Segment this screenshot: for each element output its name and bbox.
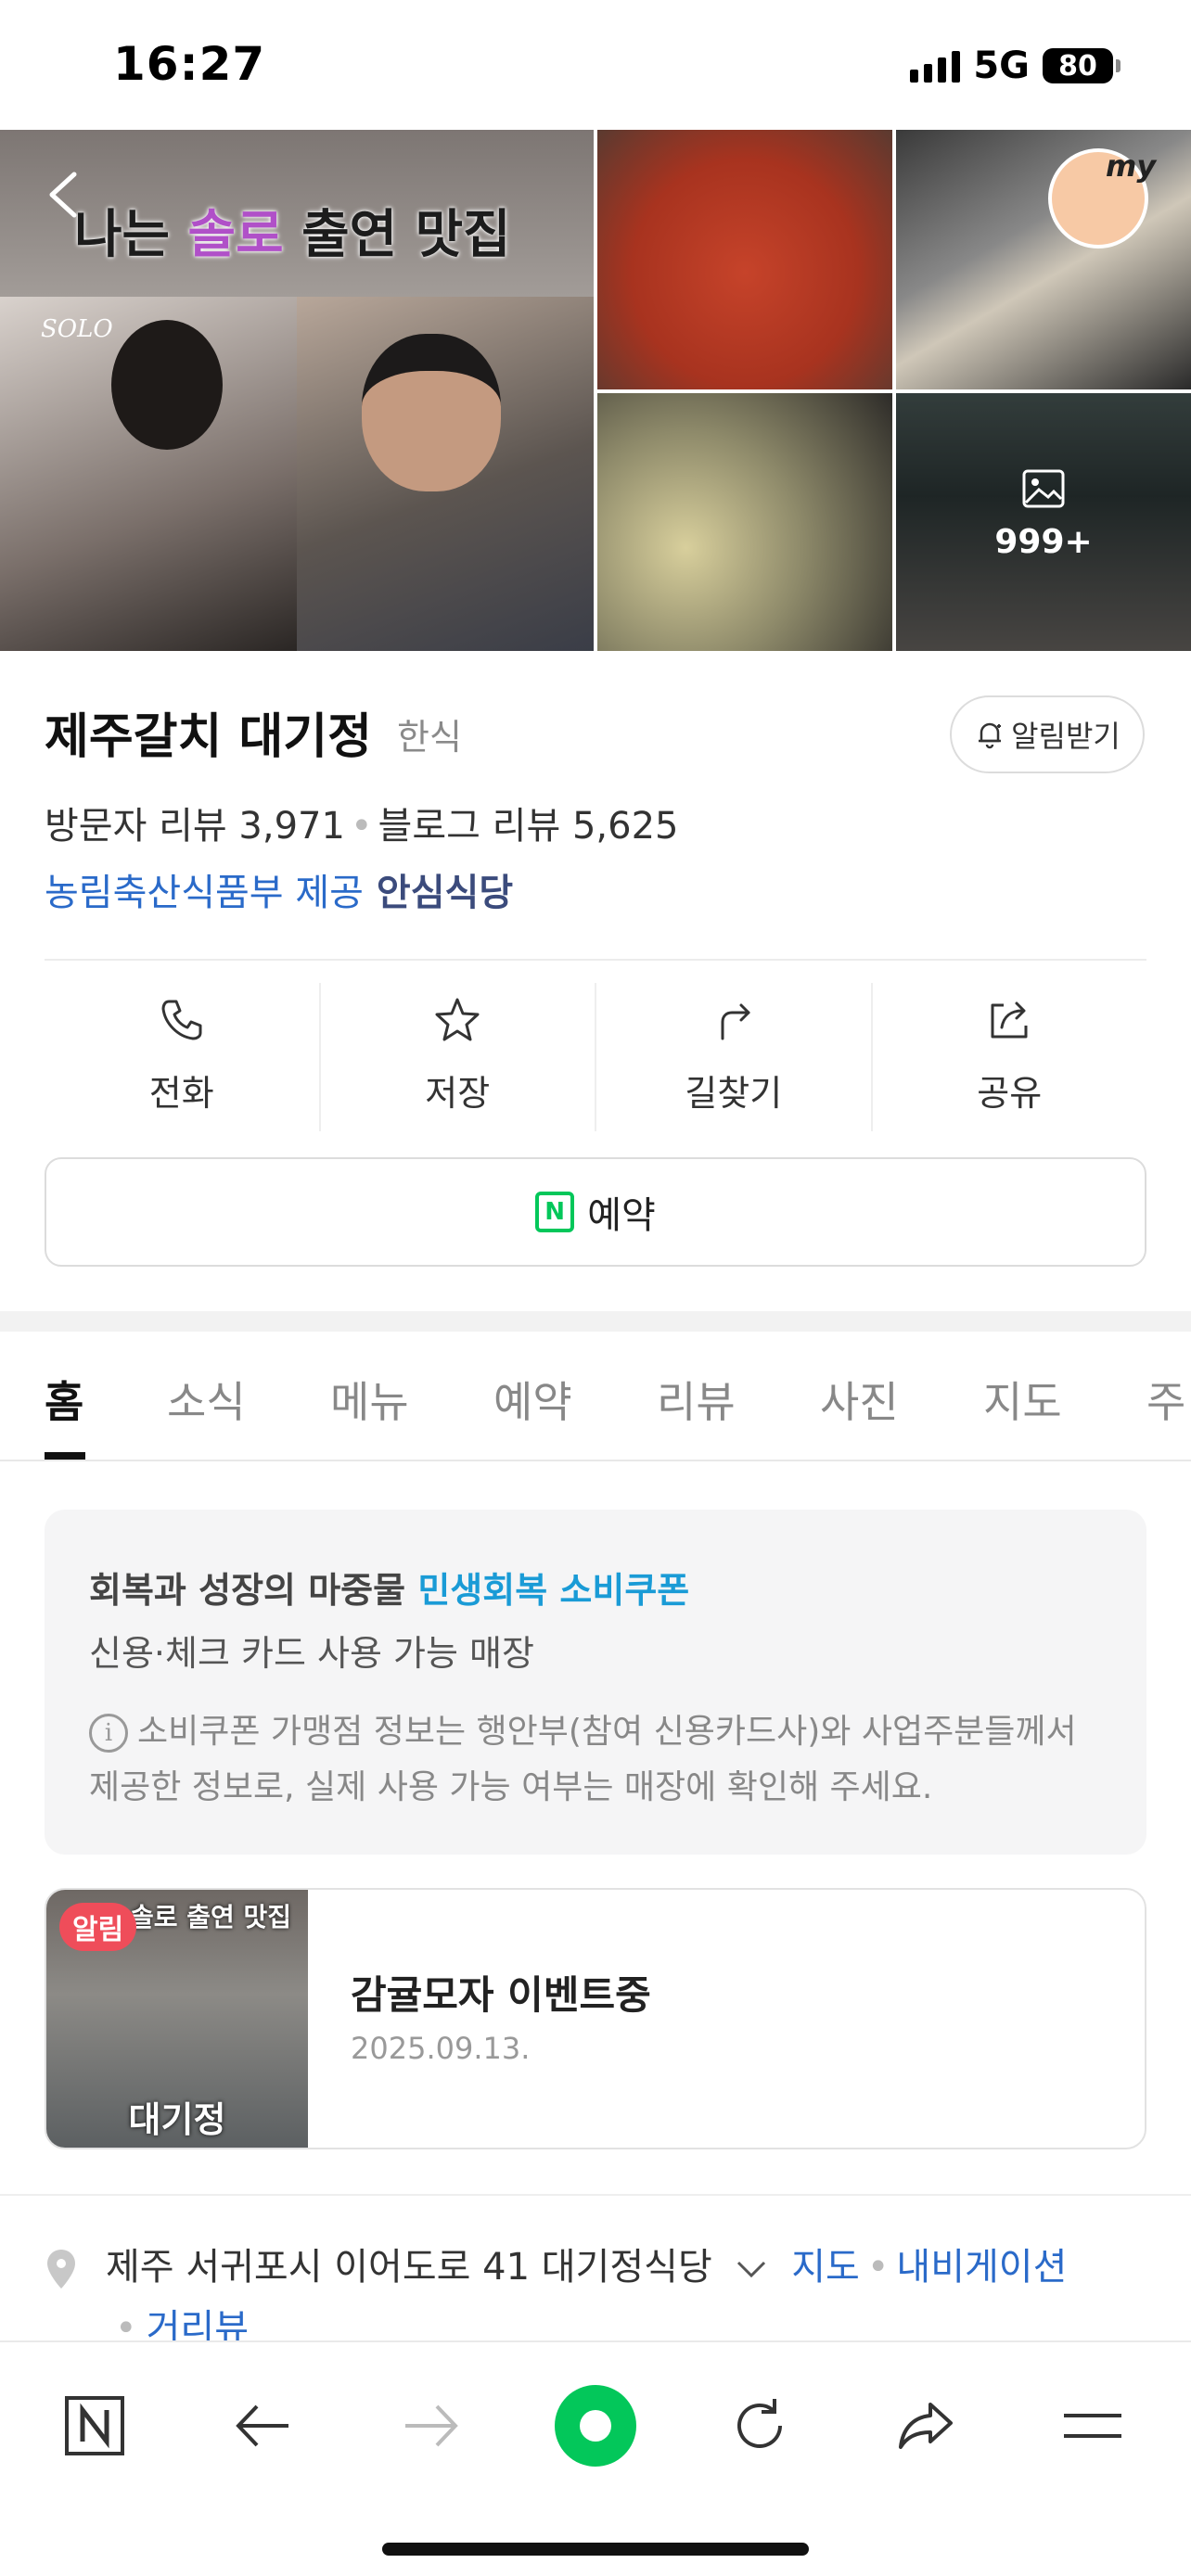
blog-reviews-link[interactable]: 블로그 리뷰 5,625 — [378, 805, 679, 848]
tab-more[interactable]: 주 — [1146, 1369, 1185, 1430]
signal-icon — [910, 49, 961, 83]
status-bar: 16:27 5G 80 — [0, 0, 1191, 130]
active-tab-indicator — [45, 1452, 85, 1460]
coupon-note: i 소비쿠폰 가맹점 정보는 행안부(참여 신용카드사)와 사업주분들께서 제공한… — [89, 1713, 1077, 1806]
tab-reservation[interactable]: 예약 — [493, 1369, 572, 1430]
arrow-left-icon — [236, 2404, 288, 2447]
star-icon — [435, 998, 480, 1041]
forward-share-icon — [899, 2403, 953, 2449]
reload-icon — [737, 2399, 782, 2448]
news-thumb-title: 대기정 — [128, 2099, 226, 2140]
call-button[interactable]: 전화 — [45, 983, 321, 1131]
call-label: 전화 — [148, 1073, 214, 1114]
info-icon: i — [89, 1714, 128, 1753]
photo-count: 999+ — [994, 523, 1093, 561]
alarm-label: 알림받기 — [1011, 719, 1121, 754]
tab-home[interactable]: 홈 — [45, 1369, 83, 1430]
news-thumb-caption: 솔로 출연 맛집 — [130, 1902, 292, 1932]
reload-button[interactable] — [714, 2379, 807, 2472]
coupon-card: 회복과 성장의 마중물 민생회복 소비쿠폰 신용·체크 카드 사용 가능 매장 … — [45, 1510, 1146, 1855]
hamburger-icon — [1064, 2414, 1121, 2438]
green-dot-icon — [555, 2385, 636, 2467]
tab-menu[interactable]: 메뉴 — [330, 1369, 409, 1430]
directions-label: 길찾기 — [685, 1073, 783, 1114]
directions-icon — [721, 1003, 750, 1040]
my-avatar-badge[interactable]: my — [1048, 148, 1156, 249]
status-time: 16:27 — [113, 37, 266, 91]
back-arrow-icon[interactable] — [39, 167, 95, 223]
alarm-button[interactable]: 알림받기 — [950, 695, 1145, 773]
section-divider — [0, 1311, 1191, 1332]
photo-head-left — [111, 320, 223, 450]
share-page-button[interactable] — [879, 2379, 972, 2472]
battery-icon: 80 — [1043, 48, 1121, 83]
tab-photos[interactable]: 사진 — [820, 1369, 899, 1430]
menu-button[interactable] — [1046, 2379, 1139, 2472]
tab-reviews[interactable]: 리뷰 — [657, 1369, 736, 1430]
divider — [0, 2194, 1191, 2196]
naver-home-button[interactable] — [48, 2379, 141, 2472]
review-counts: 방문자 리뷰 3,971 • 블로그 리뷰 5,625 — [45, 805, 679, 848]
photo-rice-bowls[interactable] — [597, 393, 892, 651]
phone-icon — [161, 1000, 202, 1040]
network-label: 5G — [973, 45, 1030, 87]
photo-main[interactable]: 나는 솔로 출연 맛집 SOLO — [0, 130, 594, 651]
naver-logo-icon — [65, 2396, 124, 2455]
solo-logo: SOLO — [41, 315, 113, 343]
map-link[interactable]: 지도 — [791, 2246, 860, 2289]
address-text[interactable]: 제주 서귀포시 이어도로 41 대기정식당 — [106, 2246, 712, 2289]
visitor-reviews-link[interactable]: 방문자 리뷰 3,971 — [45, 805, 345, 848]
calendar-icon: N — [535, 1192, 575, 1232]
news-title: 감귤모자 이벤트중 — [351, 1972, 651, 2018]
news-card[interactable]: 솔로 출연 맛집 대기정 알림 감귤모자 이벤트중 2025.09.13. — [45, 1888, 1146, 2149]
coupon-headline: 회복과 성장의 마중물 민생회복 소비쿠폰 — [89, 1570, 690, 1611]
share-button[interactable]: 공유 — [873, 983, 1147, 1131]
photo-more[interactable]: 999+ — [896, 393, 1191, 651]
safe-restaurant-label: 안심식당 — [376, 872, 514, 914]
arrow-right-icon — [405, 2404, 458, 2447]
gov-certification[interactable]: 농림축산식품부 제공 안심식당 — [45, 862, 513, 916]
photo-more-overlay — [896, 393, 1191, 651]
forward-button[interactable] — [384, 2379, 477, 2472]
photo-grid: 나는 솔로 출연 맛집 SOLO 999+ my — [0, 130, 1191, 651]
save-button[interactable]: 저장 — [321, 983, 596, 1131]
location-pin-icon — [47, 2250, 75, 2289]
status-indicators: 5G 80 — [910, 45, 1121, 87]
tab-map[interactable]: 지도 — [983, 1369, 1062, 1430]
home-indicator — [382, 2543, 809, 2556]
bell-icon — [979, 722, 1002, 749]
place-category: 한식 — [397, 717, 462, 758]
share-icon — [991, 1001, 1028, 1039]
battery-level: 80 — [1058, 49, 1097, 83]
address-row: 제주 서귀포시 이어도로 41 대기정식당 지도 • 내비게이션 — [45, 2237, 1158, 2290]
photo-stew[interactable] — [597, 130, 892, 389]
action-bar: 전화 저장 길찾기 공유 — [45, 983, 1146, 1131]
tab-bar: 홈 소식 메뉴 예약 리뷰 사진 지도 주 — [0, 1332, 1191, 1461]
photo-head-right — [362, 334, 501, 491]
green-dot-button[interactable] — [549, 2379, 642, 2472]
save-label: 저장 — [425, 1073, 491, 1114]
alert-badge: 알림 — [59, 1903, 137, 1951]
share-label: 공유 — [977, 1073, 1043, 1114]
reserve-button[interactable]: N 예약 — [45, 1157, 1146, 1267]
photo-banner-text: 나는 솔로 출연 맛집 — [74, 205, 511, 265]
back-button[interactable] — [217, 2379, 310, 2472]
place-name: 제주갈치 대기정 — [45, 709, 372, 765]
reserve-label: 예약 — [587, 1194, 656, 1237]
gov-provider: 농림축산식품부 제공 — [45, 872, 364, 914]
navigation-link[interactable]: 내비게이션 — [896, 2246, 1067, 2289]
image-icon — [1022, 469, 1065, 508]
coupon-subtext: 신용·체크 카드 사용 가능 매장 — [89, 1633, 534, 1674]
news-date: 2025.09.13. — [351, 2031, 531, 2066]
divider — [45, 959, 1146, 961]
browser-toolbar — [0, 2340, 1191, 2576]
chevron-down-icon[interactable] — [733, 2255, 770, 2283]
directions-button[interactable]: 길찾기 — [596, 983, 873, 1131]
tab-news[interactable]: 소식 — [167, 1369, 246, 1430]
